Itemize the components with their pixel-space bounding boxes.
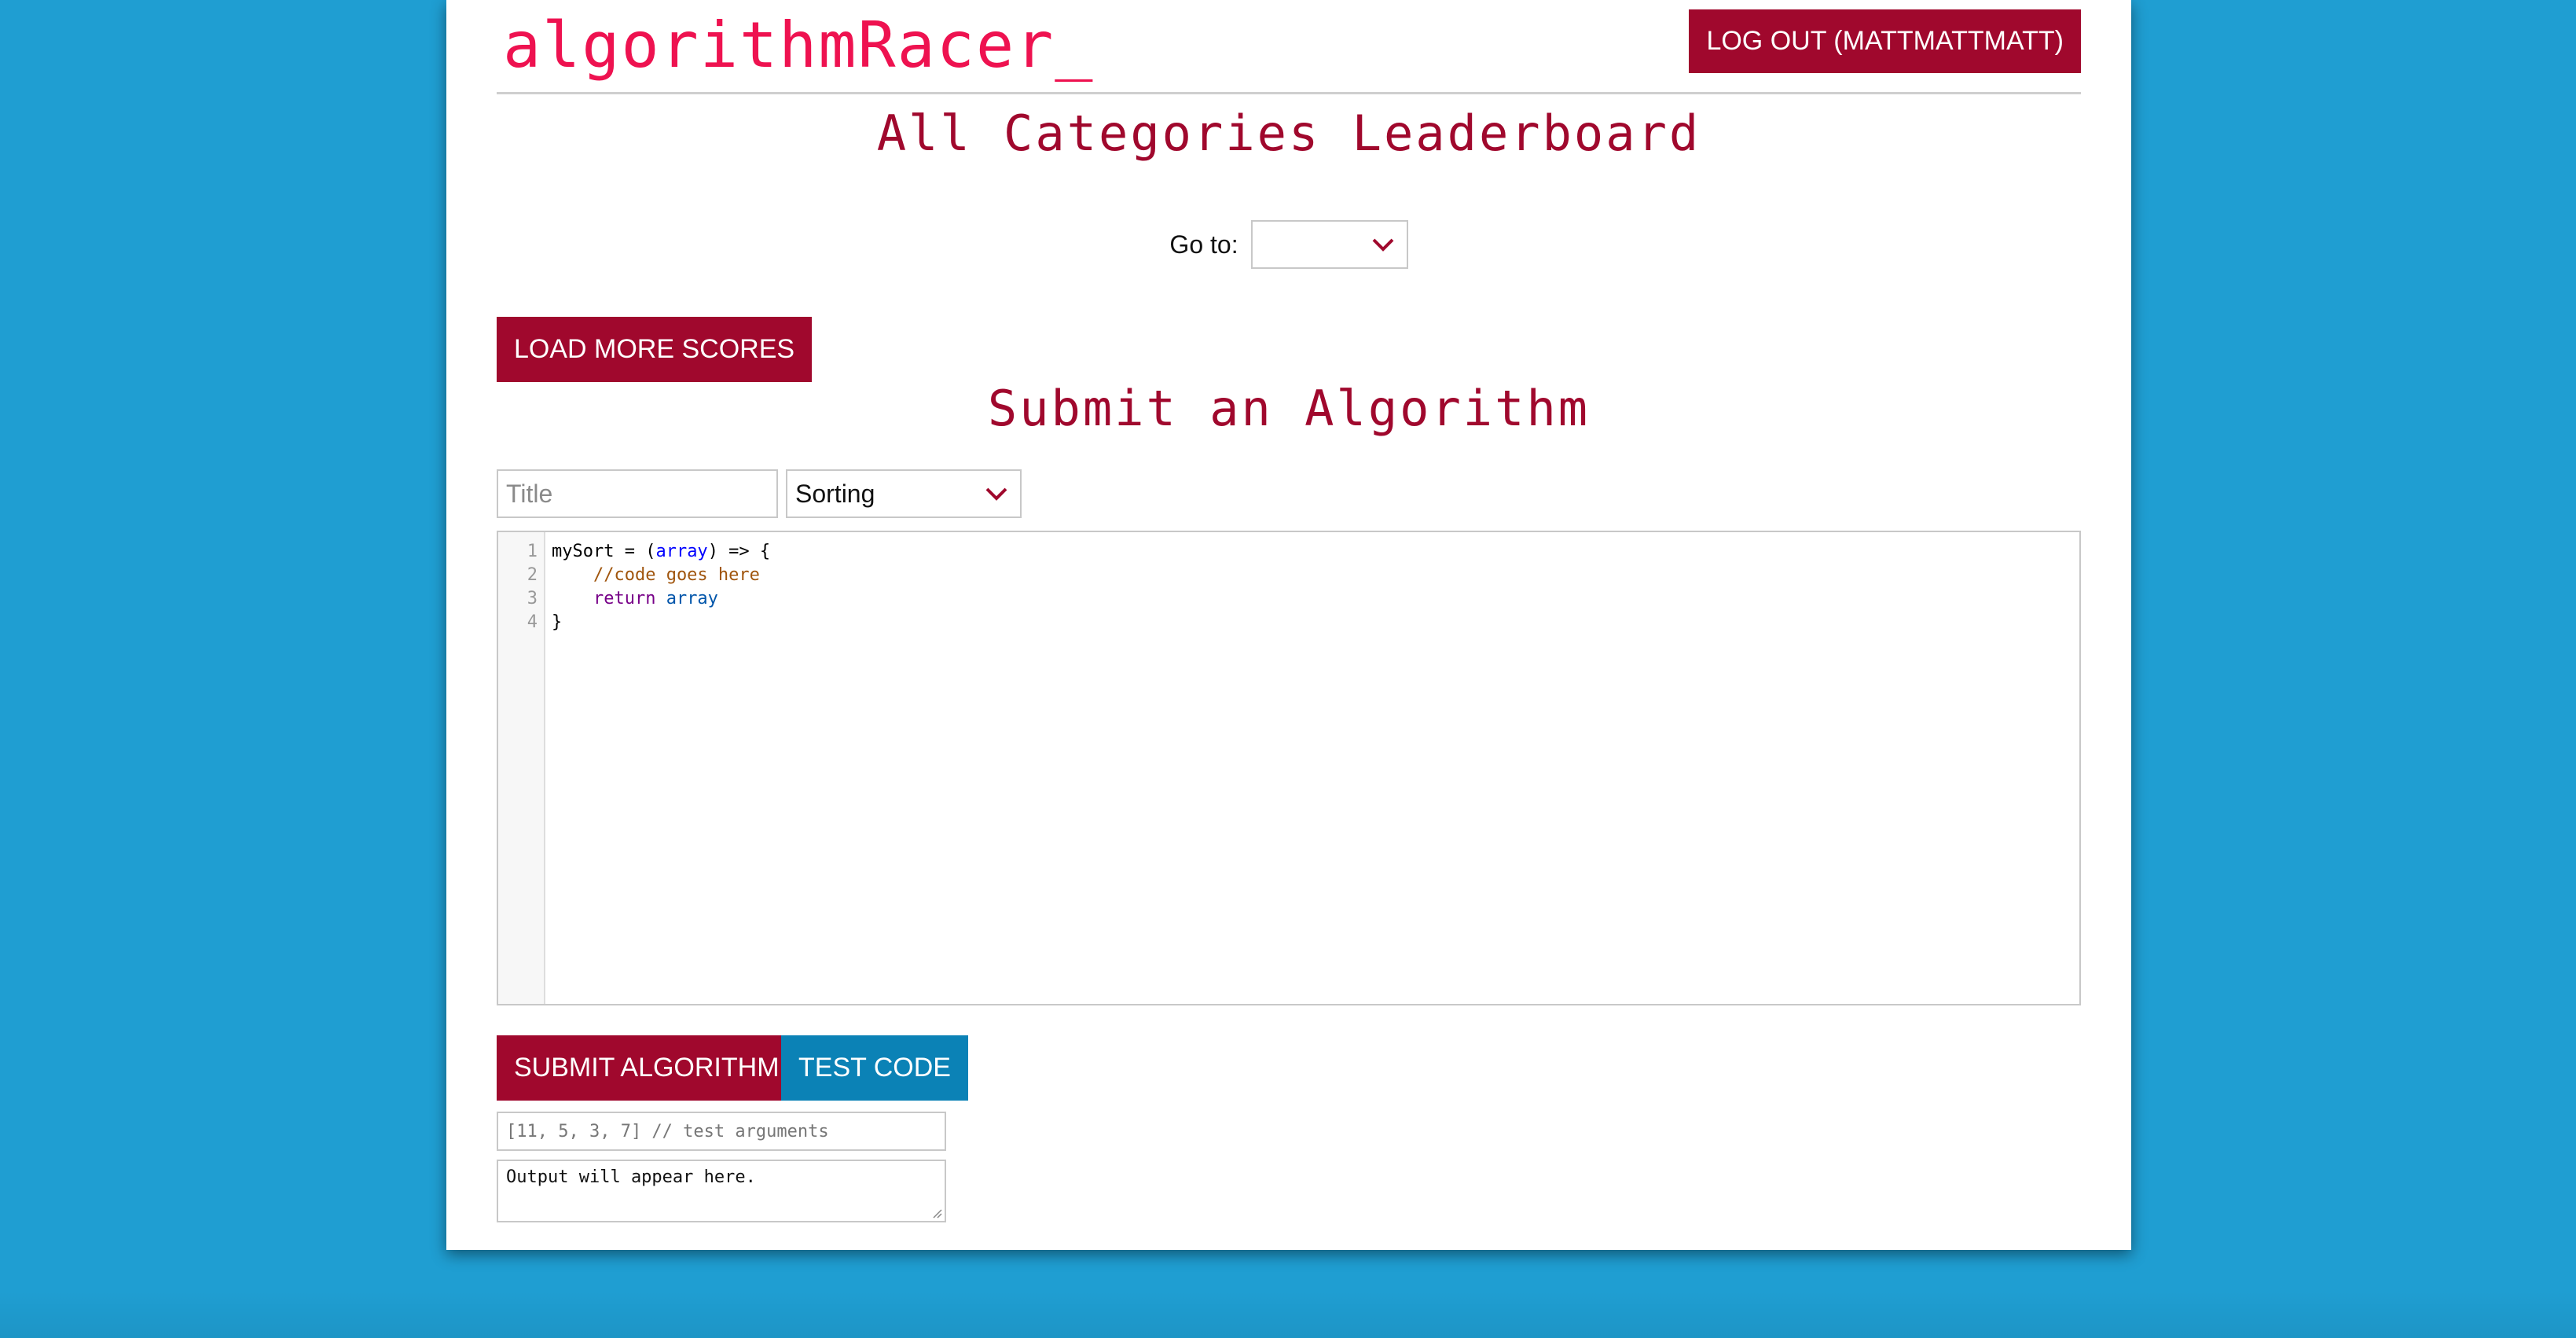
code-line: } [552, 611, 2079, 634]
logout-button[interactable]: LOG OUT (MATTMATTMATT) [1689, 9, 2081, 73]
app-logo[interactable]: algorithmRacer_ [503, 6, 1094, 85]
code-line: return array [552, 587, 2079, 611]
chevron-down-icon [985, 487, 1007, 501]
editor-gutter: 1 2 3 4 [498, 532, 545, 1004]
code-token: mySort = ( [552, 542, 656, 561]
output-textarea[interactable]: Output will appear here. [497, 1160, 946, 1222]
code-token-keyword: return [552, 589, 656, 608]
output-text: Output will appear here. [506, 1167, 756, 1187]
submit-algorithm-button[interactable]: SUBMIT ALGORITHM [497, 1035, 797, 1101]
header: algorithmRacer_ LOG OUT (MATTMATTMATT) [497, 0, 2081, 94]
leaderboard-heading: All Categories Leaderboard [876, 105, 1701, 162]
category-select-value: Sorting [795, 480, 875, 508]
code-token-comment: //code goes here [552, 565, 760, 585]
category-select[interactable]: Sorting [786, 469, 1022, 518]
line-number: 1 [527, 542, 538, 561]
submit-heading: Submit an Algorithm [987, 380, 1591, 437]
load-more-scores-button[interactable]: LOAD MORE SCORES [497, 317, 813, 382]
page-bottom-shade [0, 1291, 2576, 1338]
test-code-button[interactable]: TEST CODE [781, 1035, 968, 1101]
code-editor[interactable]: 1 2 3 4 mySort = (array) => { //code goe… [497, 531, 2081, 1005]
resize-grip-icon[interactable] [931, 1208, 942, 1219]
code-line: mySort = (array) => { [552, 540, 2079, 564]
goto-row: Go to: [497, 220, 2081, 269]
chevron-down-icon [1372, 238, 1393, 252]
goto-select[interactable] [1250, 220, 1408, 269]
line-number: 2 [527, 565, 538, 585]
goto-label: Go to: [1169, 230, 1238, 259]
content-container: algorithmRacer_ LOG OUT (MATTMATTMATT) A… [497, 0, 2081, 1250]
test-arguments-input[interactable] [497, 1112, 946, 1151]
line-number: 4 [527, 612, 538, 632]
main-card: algorithmRacer_ LOG OUT (MATTMATTMATT) A… [446, 0, 2131, 1250]
editor-code-area[interactable]: mySort = (array) => { //code goes here r… [552, 532, 2079, 634]
title-input[interactable] [497, 469, 778, 518]
code-token: } [552, 612, 563, 632]
line-number: 3 [527, 589, 538, 608]
code-token: ) => { [707, 542, 771, 561]
code-token-variable: array [655, 589, 718, 608]
code-line: //code goes here [552, 564, 2079, 587]
code-token-variable: array [655, 542, 708, 561]
